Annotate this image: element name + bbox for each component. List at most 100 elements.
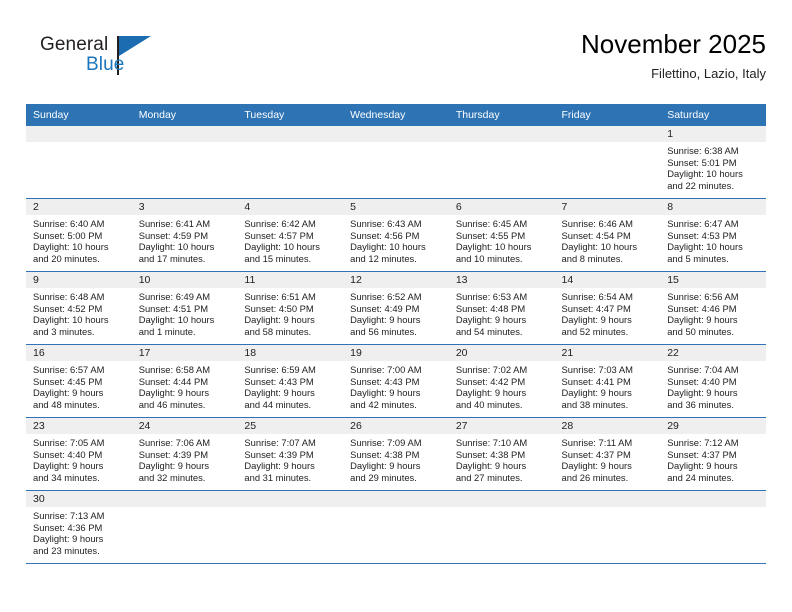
day-cell-inner: 13 Sunrise: 6:53 AM Sunset: 4:48 PM Dayligh… (448, 272, 555, 344)
calendar-cell-day[interactable]: 7 Sunrise: 6:46 AM Sunset: 4:54 PM Daylight… (554, 198, 661, 272)
calendar-cell-day[interactable]: 2 Sunrise: 6:40 AM Sunset: 5:00 PM Daylight… (26, 198, 132, 272)
day-info-daylight2: and 5 minutes. (667, 252, 729, 264)
calendar-cell-day[interactable]: 23 Sunrise: 7:05 AM Sunset: 4:40 PM Dayligh… (26, 417, 132, 491)
day-cell-inner: 10 Sunrise: 6:49 AM Sunset: 4:51 PM Dayligh… (131, 272, 238, 344)
day-info-sunset: Sunset: 4:37 PM (561, 448, 631, 460)
calendar-cell-day[interactable]: 11 Sunrise: 6:51 AM Sunset: 4:50 PM Dayligh… (237, 271, 344, 345)
day-sun-info: Sunrise: 6:41 AM Sunset: 4:59 PM Daylight:… (132, 215, 238, 264)
calendar-cell-day[interactable]: 19 Sunrise: 7:00 AM Sunset: 4:43 PM Dayligh… (343, 344, 449, 418)
day-info-daylight1: Daylight: 9 hours (455, 387, 527, 399)
day-number: 29 (660, 418, 766, 434)
calendar-cell-day[interactable]: 30 Sunrise: 7:13 AM Sunset: 4:36 PM Dayligh… (26, 490, 132, 564)
day-info-sunset: Sunset: 4:57 PM (244, 229, 314, 241)
day-sun-info: Sunrise: 6:43 AM Sunset: 4:56 PM Daylight:… (343, 215, 449, 264)
day-info-daylight1: Daylight: 10 hours (138, 314, 215, 326)
day-number (343, 126, 449, 142)
day-cell-inner: 8 Sunrise: 6:47 AM Sunset: 4:53 PM Daylight… (660, 199, 766, 271)
day-number (343, 491, 449, 507)
calendar-cell-day[interactable]: 20 Sunrise: 7:02 AM Sunset: 4:42 PM Dayligh… (448, 344, 555, 418)
day-sun-info: Sunrise: 6:52 AM Sunset: 4:49 PM Daylight:… (343, 288, 449, 337)
calendar-cell-day[interactable]: 15 Sunrise: 6:56 AM Sunset: 4:46 PM Dayligh… (660, 271, 766, 345)
day-number: 24 (131, 418, 238, 434)
day-cell-inner: 16 Sunrise: 6:57 AM Sunset: 4:45 PM Dayligh… (26, 345, 132, 417)
day-info-daylight2: and 27 minutes. (455, 471, 523, 483)
calendar-cell-day[interactable]: 26 Sunrise: 7:09 AM Sunset: 4:38 PM Dayligh… (343, 417, 449, 491)
day-info-sunset: Sunset: 4:40 PM (33, 448, 103, 460)
day-info-sunset: Sunset: 4:54 PM (561, 229, 631, 241)
calendar-cell-day[interactable]: 18 Sunrise: 6:59 AM Sunset: 4:43 PM Dayligh… (237, 344, 344, 418)
day-info-sunrise: Sunrise: 7:05 AM (33, 437, 105, 448)
day-info-sunrise: Sunrise: 7:09 AM (350, 437, 422, 448)
day-info-sunrise: Sunrise: 6:54 AM (561, 291, 633, 302)
day-cell-inner (554, 126, 661, 198)
day-info-daylight2: and 22 minutes. (667, 179, 734, 191)
day-cell-inner: 23 Sunrise: 7:05 AM Sunset: 4:40 PM Dayligh… (26, 418, 132, 490)
calendar-week-row: 9 Sunrise: 6:48 AM Sunset: 4:52 PM Daylight… (26, 271, 766, 345)
day-info-sunrise: Sunrise: 6:42 AM (244, 218, 316, 229)
calendar-cell-day[interactable]: 21 Sunrise: 7:03 AM Sunset: 4:41 PM Dayligh… (554, 344, 661, 418)
calendar-cell-day[interactable]: 6 Sunrise: 6:45 AM Sunset: 4:55 PM Daylight… (448, 198, 555, 272)
calendar-cell-day[interactable]: 3 Sunrise: 6:41 AM Sunset: 4:59 PM Daylight… (131, 198, 238, 272)
calendar-cell-empty (343, 490, 449, 564)
calendar-cell-day[interactable]: 28 Sunrise: 7:11 AM Sunset: 4:37 PM Dayligh… (554, 417, 661, 491)
day-info-sunrise: Sunrise: 7:02 AM (455, 364, 528, 375)
day-number (554, 491, 661, 507)
day-cell-inner: 28 Sunrise: 7:11 AM Sunset: 4:37 PM Dayligh… (554, 418, 661, 490)
day-number: 2 (26, 199, 132, 215)
day-info-sunrise: Sunrise: 7:11 AM (561, 437, 633, 448)
calendar-cell-day[interactable]: 4 Sunrise: 6:42 AM Sunset: 4:57 PM Daylight… (237, 198, 344, 272)
general-blue-logo[interactable]: General Blue (26, 34, 246, 86)
day-sun-info: Sunrise: 7:04 AM Sunset: 4:40 PM Daylight:… (660, 361, 766, 410)
day-sun-info: Sunrise: 7:06 AM Sunset: 4:39 PM Daylight:… (132, 434, 238, 483)
day-sun-info: Sunrise: 7:07 AM Sunset: 4:39 PM Daylight:… (237, 434, 343, 483)
day-sun-info: Sunrise: 7:12 AM Sunset: 4:37 PM Daylight:… (660, 434, 766, 483)
day-cell-inner (448, 126, 555, 198)
weekday-header-thursday: Thursday (448, 104, 555, 126)
calendar-cell-day[interactable]: 24 Sunrise: 7:06 AM Sunset: 4:39 PM Dayligh… (131, 417, 238, 491)
day-sun-info (343, 142, 449, 145)
day-info-daylight1: Daylight: 9 hours (455, 460, 527, 472)
day-info-sunrise: Sunrise: 6:56 AM (667, 291, 739, 302)
day-info-daylight2: and 36 minutes. (667, 398, 734, 410)
day-cell-inner: 30 Sunrise: 7:13 AM Sunset: 4:36 PM Dayligh… (26, 491, 132, 563)
day-info-sunrise: Sunrise: 6:45 AM (455, 218, 528, 229)
day-info-sunset: Sunset: 4:43 PM (350, 375, 420, 387)
calendar-cell-day[interactable]: 5 Sunrise: 6:43 AM Sunset: 4:56 PM Daylight… (343, 198, 449, 272)
day-sun-info (555, 142, 661, 145)
day-info-sunrise: Sunrise: 7:03 AM (561, 364, 633, 375)
calendar-cell-day[interactable]: 8 Sunrise: 6:47 AM Sunset: 4:53 PM Daylight… (660, 198, 766, 272)
calendar-cell-day[interactable]: 17 Sunrise: 6:58 AM Sunset: 4:44 PM Dayligh… (131, 344, 238, 418)
day-cell-inner: 20 Sunrise: 7:02 AM Sunset: 4:42 PM Dayligh… (448, 345, 555, 417)
day-info-daylight2: and 38 minutes. (561, 398, 629, 410)
day-sun-info: Sunrise: 7:13 AM Sunset: 4:36 PM Daylight:… (26, 507, 132, 556)
calendar-cell-day[interactable]: 13 Sunrise: 6:53 AM Sunset: 4:48 PM Dayligh… (448, 271, 555, 345)
calendar-cell-day[interactable]: 10 Sunrise: 6:49 AM Sunset: 4:51 PM Dayligh… (131, 271, 238, 345)
calendar-cell-day[interactable]: 27 Sunrise: 7:10 AM Sunset: 4:38 PM Dayligh… (448, 417, 555, 491)
calendar-cell-day[interactable]: 22 Sunrise: 7:04 AM Sunset: 4:40 PM Dayligh… (660, 344, 766, 418)
calendar-cell-day[interactable]: 1 Sunrise: 6:38 AM Sunset: 5:01 PM Daylight… (660, 126, 766, 199)
day-info-daylight2: and 44 minutes. (244, 398, 312, 410)
calendar-cell-day[interactable]: 9 Sunrise: 6:48 AM Sunset: 4:52 PM Daylight… (26, 271, 132, 345)
day-info-daylight1: Daylight: 9 hours (350, 314, 421, 326)
calendar-cell-day[interactable]: 14 Sunrise: 6:54 AM Sunset: 4:47 PM Dayligh… (554, 271, 661, 345)
day-info-daylight1: Daylight: 9 hours (455, 314, 527, 326)
day-sun-info (237, 142, 343, 145)
calendar-cell-day[interactable]: 29 Sunrise: 7:12 AM Sunset: 4:37 PM Dayligh… (660, 417, 766, 491)
day-number: 1 (660, 126, 766, 142)
calendar-cell-empty (554, 126, 661, 199)
calendar-cell-day[interactable]: 12 Sunrise: 6:52 AM Sunset: 4:49 PM Dayligh… (343, 271, 449, 345)
day-cell-inner: 7 Sunrise: 6:46 AM Sunset: 4:54 PM Daylight… (554, 199, 661, 271)
calendar-grid: Sunday Monday Tuesday Wednesday Thursday… (26, 104, 766, 564)
calendar-cell-empty (237, 490, 344, 564)
calendar-page: General Blue November 2025 Filettino, La… (0, 0, 792, 612)
day-info-daylight2: and 23 minutes. (33, 544, 100, 556)
day-info-daylight2: and 46 minutes. (138, 398, 206, 410)
calendar-cell-day[interactable]: 16 Sunrise: 6:57 AM Sunset: 4:45 PM Dayligh… (26, 344, 132, 418)
calendar-body: 1 Sunrise: 6:38 AM Sunset: 5:01 PM Daylight… (26, 126, 766, 564)
day-info-daylight2: and 3 minutes. (33, 325, 95, 337)
day-number: 3 (131, 199, 238, 215)
calendar-cell-day[interactable]: 25 Sunrise: 7:07 AM Sunset: 4:39 PM Dayligh… (237, 417, 344, 491)
day-sun-info: Sunrise: 6:38 AM Sunset: 5:01 PM Daylight:… (660, 142, 766, 191)
day-info-daylight1: Daylight: 9 hours (350, 387, 421, 399)
day-cell-inner (554, 491, 661, 563)
